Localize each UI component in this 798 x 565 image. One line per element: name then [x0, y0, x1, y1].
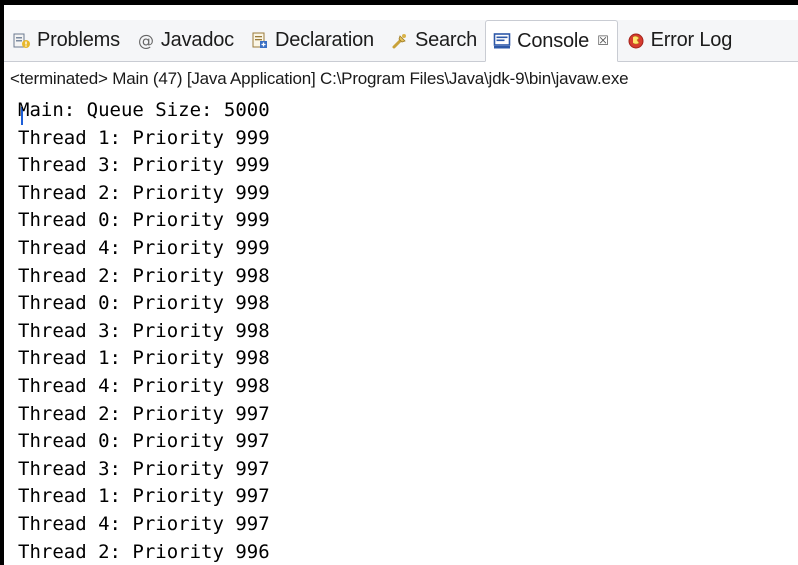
console-line: Thread 0: Priority 999 — [18, 209, 270, 232]
tab-javadoc[interactable]: @ Javadoc — [128, 20, 242, 61]
declaration-icon — [251, 32, 269, 50]
tab-error-log-label: Error Log — [650, 29, 733, 51]
console-line: Thread 1: Priority 997 — [18, 485, 270, 508]
console-icon — [493, 32, 511, 50]
tab-javadoc-label: Javadoc — [160, 29, 234, 51]
tab-console[interactable]: Console ☒ — [485, 20, 618, 62]
close-icon[interactable]: ☒ — [597, 33, 609, 49]
console-line: Thread 4: Priority 997 — [18, 512, 270, 535]
error-log-icon — [627, 32, 645, 50]
console-line: Thread 2: Priority 999 — [18, 181, 270, 204]
console-line: Thread 0: Priority 997 — [18, 430, 270, 453]
console-line: Thread 1: Priority 998 — [18, 347, 270, 370]
tab-declaration[interactable]: Declaration — [242, 20, 382, 61]
console-line: Thread 2: Priority 997 — [18, 402, 270, 425]
console-line: Thread 2: Priority 998 — [18, 264, 270, 287]
console-line: Thread 2: Priority 996 — [18, 540, 270, 563]
tab-problems-label: Problems — [37, 29, 120, 51]
search-icon — [391, 32, 409, 50]
tab-console-label: Console — [517, 29, 590, 52]
console-line: Main: Queue Size: 5000 — [18, 99, 270, 121]
console-line: Thread 4: Priority 998 — [18, 374, 270, 397]
console-output[interactable]: Main: Queue Size: 5000 Thread 1: Priorit… — [18, 97, 794, 565]
tab-search-label: Search — [414, 29, 478, 51]
console-view: Problems @ Javadoc Declaration Search Co… — [0, 0, 798, 565]
console-line: Thread 1: Priority 999 — [18, 126, 270, 149]
console-line: Thread 3: Priority 999 — [18, 154, 270, 177]
process-status: <terminated> Main (47) [Java Application… — [10, 69, 629, 88]
view-tab-bar: Problems @ Javadoc Declaration Search Co… — [4, 20, 798, 62]
console-line: Thread 4: Priority 999 — [18, 236, 270, 259]
javadoc-icon: @ — [137, 31, 154, 50]
tab-error-log[interactable]: Error Log — [618, 20, 741, 61]
console-line: Thread 3: Priority 997 — [18, 457, 270, 480]
console-line: Thread 0: Priority 998 — [18, 292, 270, 315]
tab-search[interactable]: Search — [382, 20, 485, 61]
problems-icon — [13, 32, 31, 50]
tab-problems[interactable]: Problems — [4, 20, 128, 61]
console-line: Thread 3: Priority 998 — [18, 319, 270, 342]
tab-declaration-label: Declaration — [274, 29, 374, 51]
